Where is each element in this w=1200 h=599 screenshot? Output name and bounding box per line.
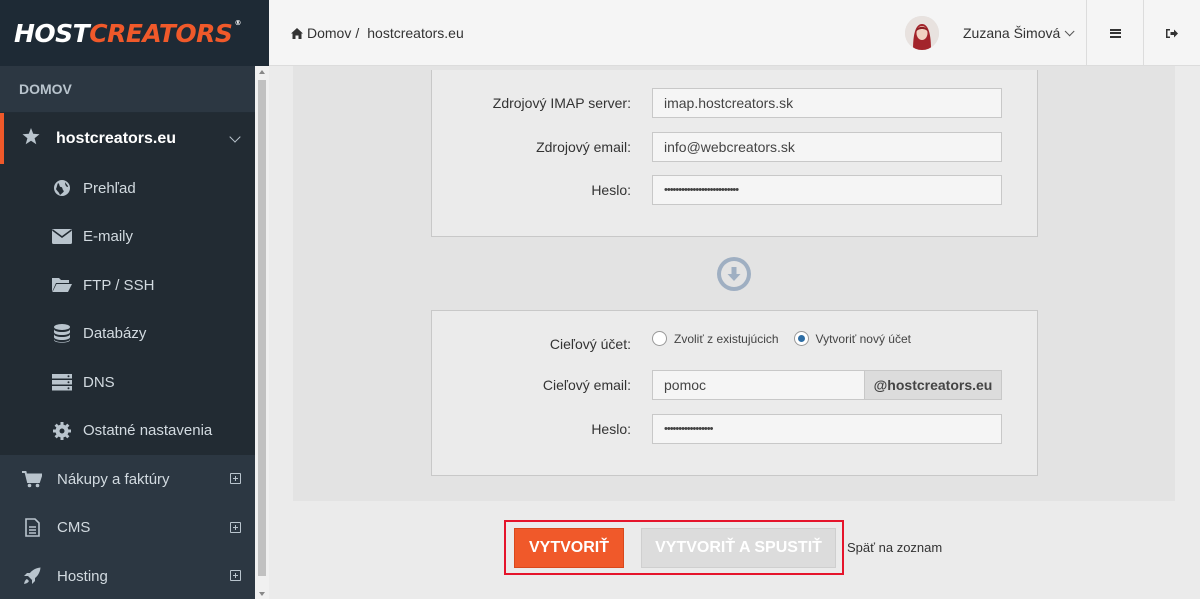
back-to-list-link[interactable]: Späť na zoznam: [847, 540, 942, 555]
imap-server-label: Zdrojový IMAP server:: [492, 95, 631, 111]
user-name[interactable]: Zuzana Šimová: [963, 25, 1060, 41]
avatar[interactable]: [905, 16, 939, 50]
rocket-icon: [22, 566, 42, 586]
sidebar-item-label: FTP / SSH: [83, 276, 155, 294]
chevron-down-icon: [229, 131, 241, 143]
target-account-label: Cieľový účet:: [549, 336, 631, 352]
breadcrumb-current: hostcreators.eu: [367, 25, 464, 41]
target-password-input[interactable]: •••••••••••••••••: [652, 414, 1002, 444]
source-password-input[interactable]: ••••••••••••••••••••••••••: [652, 175, 1002, 205]
sidebar-item-label: Ostatné nastavenia: [83, 422, 213, 440]
logo[interactable]: HOSTCREATORS ®: [14, 19, 241, 48]
radio-existing[interactable]: [652, 331, 667, 346]
sidebar-item-dns[interactable]: DNS: [0, 358, 255, 407]
sidebar-section-title[interactable]: DOMOV: [0, 66, 255, 113]
target-email-input[interactable]: pomoc: [652, 370, 865, 400]
breadcrumb-home[interactable]: Domov: [307, 25, 351, 41]
imap-server-input[interactable]: imap.hostcreators.sk: [652, 88, 1002, 118]
menu-button[interactable]: [1086, 0, 1143, 66]
sidebar-item-cms[interactable]: CMS: [0, 504, 255, 553]
sidebar-item-overview[interactable]: Prehľad: [0, 164, 255, 213]
source-password-label: Heslo:: [591, 182, 631, 198]
file-icon: [22, 518, 42, 538]
plus-square-icon[interactable]: [230, 570, 241, 581]
sidebar-item-label: E-maily: [83, 228, 134, 246]
envelope-icon: [52, 227, 72, 247]
plus-square-icon[interactable]: [230, 473, 241, 484]
server-icon: [52, 372, 72, 392]
sidebar-item-label: Databázy: [83, 325, 147, 343]
sidebar-item-emails[interactable]: E-maily: [0, 213, 255, 262]
sidebar: DOMOV hostcreators.eu Prehľad E-maily FT…: [0, 66, 255, 599]
home-icon: [291, 27, 303, 39]
sidebar-item-label: hostcreators.eu: [56, 129, 177, 147]
user-menu[interactable]: Zuzana Šimová: [905, 0, 1075, 66]
sidebar-scrollbar[interactable]: [255, 66, 269, 599]
arrow-down-circle-icon: [717, 257, 751, 291]
radio-new[interactable]: [793, 331, 809, 346]
sidebar-item-label: Nákupy a faktúry: [57, 470, 170, 488]
gear-icon: [52, 421, 72, 441]
sidebar-item-label: DNS: [83, 373, 115, 391]
sidebar-item-label: Prehľad: [83, 179, 136, 197]
source-email-input[interactable]: info@webcreators.sk: [652, 132, 1002, 162]
target-account-options: Zvoliť z existujúcich Vytvoriť nový účet: [652, 331, 926, 346]
breadcrumb-separator: /: [355, 25, 360, 41]
hamburger-icon: [1109, 28, 1121, 38]
create-and-run-button[interactable]: VYTVORIŤ A SPUSTIŤ: [641, 528, 836, 568]
email-domain-addon: @hostcreators.eu: [864, 370, 1002, 400]
database-icon: [52, 324, 72, 344]
target-email-label: Cieľový email:: [542, 377, 631, 393]
sidebar-item-hostcreators[interactable]: hostcreators.eu: [0, 113, 255, 164]
radio-existing-label[interactable]: Zvoliť z existujúcich: [674, 332, 779, 346]
logo-area[interactable]: HOSTCREATORS ®: [0, 0, 269, 66]
sidebar-item-purchases[interactable]: Nákupy a faktúry: [0, 455, 255, 504]
source-email-label: Zdrojový email:: [536, 139, 631, 155]
scroll-up-icon[interactable]: [259, 70, 265, 74]
sidebar-item-other-settings[interactable]: Ostatné nastavenia: [0, 407, 255, 456]
sidebar-item-label: CMS: [57, 519, 91, 537]
breadcrumb: Domov / hostcreators.eu: [291, 0, 464, 66]
cart-icon: [22, 469, 42, 489]
create-button[interactable]: VYTVORIŤ: [514, 528, 624, 568]
radio-new-label[interactable]: Vytvoriť nový účet: [816, 332, 911, 346]
sidebar-item-ftp[interactable]: FTP / SSH: [0, 261, 255, 310]
sidebar-item-label: Hosting: [57, 567, 108, 585]
avatar-image-icon: [905, 16, 939, 50]
scroll-down-icon[interactable]: [259, 592, 265, 596]
globe-icon: [52, 178, 72, 198]
top-header: HOSTCREATORS ® Domov / hostcreators.eu Zu…: [0, 0, 1200, 66]
logout-icon: [1166, 28, 1178, 38]
folder-icon: [52, 275, 72, 295]
plus-square-icon[interactable]: [230, 521, 241, 533]
sidebar-item-databases[interactable]: Databázy: [0, 310, 255, 359]
sidebar-item-hosting[interactable]: Hosting: [0, 552, 255, 599]
sidebar-submenu: Prehľad E-maily FTP / SSH Databázy DNS O…: [0, 164, 255, 455]
logout-button[interactable]: [1143, 0, 1200, 66]
chevron-down-icon[interactable]: [1064, 25, 1075, 36]
star-icon: [22, 127, 40, 150]
target-password-label: Heslo:: [591, 421, 631, 437]
scrollbar-thumb[interactable]: [258, 80, 266, 576]
